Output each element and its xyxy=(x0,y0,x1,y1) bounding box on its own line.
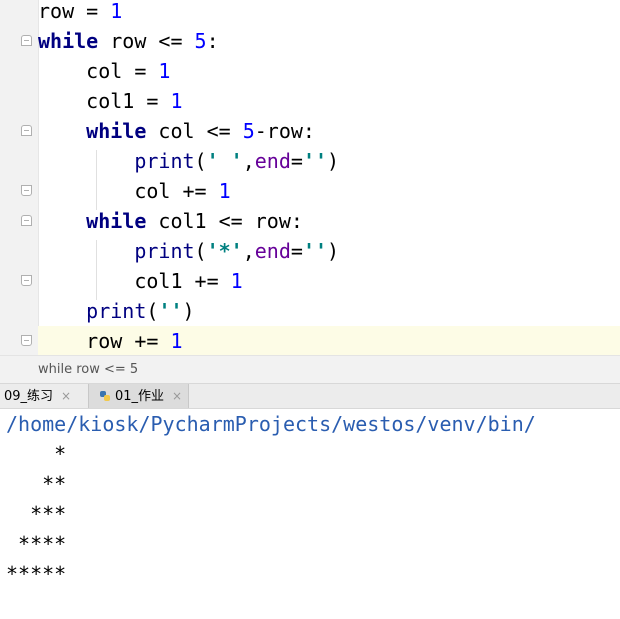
code-text: ( xyxy=(146,299,159,323)
code-text: ) xyxy=(327,239,340,263)
code-string: '' xyxy=(302,149,328,173)
code-line[interactable]: print(' ',end='') xyxy=(38,146,620,176)
code-line[interactable]: while row <= 5: xyxy=(38,26,620,56)
code-text: = xyxy=(290,239,303,263)
code-number: 1 xyxy=(170,329,183,353)
fold-icon[interactable] xyxy=(21,185,32,196)
code-line[interactable]: col = 1 xyxy=(38,56,620,86)
close-icon[interactable]: × xyxy=(61,389,71,403)
fold-icon[interactable] xyxy=(21,275,32,286)
code-text: col <= xyxy=(146,119,243,143)
code-number: 5 xyxy=(194,29,207,53)
editor-gutter xyxy=(0,0,39,355)
console-output-line: **** xyxy=(6,532,67,556)
console-output-line: *** xyxy=(6,502,67,526)
code-text: col += xyxy=(134,179,219,203)
fold-icon[interactable] xyxy=(21,125,32,136)
code-text: -row: xyxy=(254,119,315,143)
code-text: , xyxy=(242,149,255,173)
code-string: ' ' xyxy=(206,149,243,173)
code-line[interactable]: print('') xyxy=(38,296,620,326)
breadcrumb[interactable]: while row <= 5 xyxy=(0,355,620,383)
code-text: : xyxy=(206,29,219,53)
code-text: row += xyxy=(86,329,171,353)
breadcrumb-label[interactable]: while row <= 5 xyxy=(38,362,138,377)
console-output-line: ***** xyxy=(6,562,67,586)
fold-icon[interactable] xyxy=(21,335,32,346)
code-string: '' xyxy=(302,239,328,263)
code-text: col1 <= row: xyxy=(146,209,303,233)
code-number: 1 xyxy=(158,59,171,83)
code-line[interactable]: col += 1 xyxy=(38,176,620,206)
code-text: col1 += xyxy=(134,269,231,293)
code-number: 1 xyxy=(218,179,231,203)
console-output-line: * xyxy=(6,442,67,466)
run-console[interactable]: /home/kiosk/PycharmProjects/westos/venv/… xyxy=(0,409,620,586)
code-text: ( xyxy=(194,149,207,173)
run-tabs: 09_练习 × 01_作业 × xyxy=(0,383,620,409)
code-text: row = xyxy=(38,0,111,23)
code-function: print xyxy=(134,149,195,173)
code-function: print xyxy=(86,299,147,323)
code-number: 1 xyxy=(230,269,243,293)
tab-label: 09_练习 xyxy=(4,389,54,404)
code-text: col1 = xyxy=(86,89,171,113)
code-number: 1 xyxy=(110,0,123,23)
code-line-current[interactable]: row += 1 xyxy=(38,326,620,356)
code-keyword: while xyxy=(86,119,147,143)
code-number: 5 xyxy=(242,119,255,143)
code-keyword: while xyxy=(86,209,147,233)
code-number: 1 xyxy=(170,89,183,113)
fold-icon[interactable] xyxy=(21,215,32,226)
code-text: ) xyxy=(182,299,195,323)
code-param: end xyxy=(254,239,291,263)
code-line[interactable]: col1 = 1 xyxy=(38,86,620,116)
code-line[interactable]: row = 1 xyxy=(38,0,620,26)
code-line[interactable]: while col <= 5-row: xyxy=(38,116,620,146)
fold-icon[interactable] xyxy=(21,35,32,46)
code-line[interactable]: col1 += 1 xyxy=(38,266,620,296)
close-icon[interactable]: × xyxy=(172,389,182,403)
code-line[interactable]: while col1 <= row: xyxy=(38,206,620,236)
code-function: print xyxy=(134,239,195,263)
tab-01[interactable]: 01_作业 × xyxy=(88,384,190,408)
tab-09[interactable]: 09_练习 × xyxy=(0,384,75,408)
python-icon xyxy=(100,391,110,401)
code-text: row <= xyxy=(98,29,195,53)
code-text: ) xyxy=(327,149,340,173)
code-param: end xyxy=(254,149,291,173)
code-keyword: while xyxy=(38,29,99,53)
code-text: col = xyxy=(86,59,159,83)
tab-label: 01_作业 xyxy=(115,389,165,404)
code-line[interactable]: print('*',end='') xyxy=(38,236,620,266)
code-text: = xyxy=(290,149,303,173)
code-string: '*' xyxy=(206,239,243,263)
code-text: , xyxy=(242,239,255,263)
console-output-line: ** xyxy=(6,472,67,496)
code-string: '' xyxy=(158,299,183,323)
console-path: /home/kiosk/PycharmProjects/westos/venv/… xyxy=(6,412,536,436)
code-editor[interactable]: row = 1 while row <= 5: col = 1 col1 = 1… xyxy=(0,0,620,356)
code-text: ( xyxy=(194,239,207,263)
